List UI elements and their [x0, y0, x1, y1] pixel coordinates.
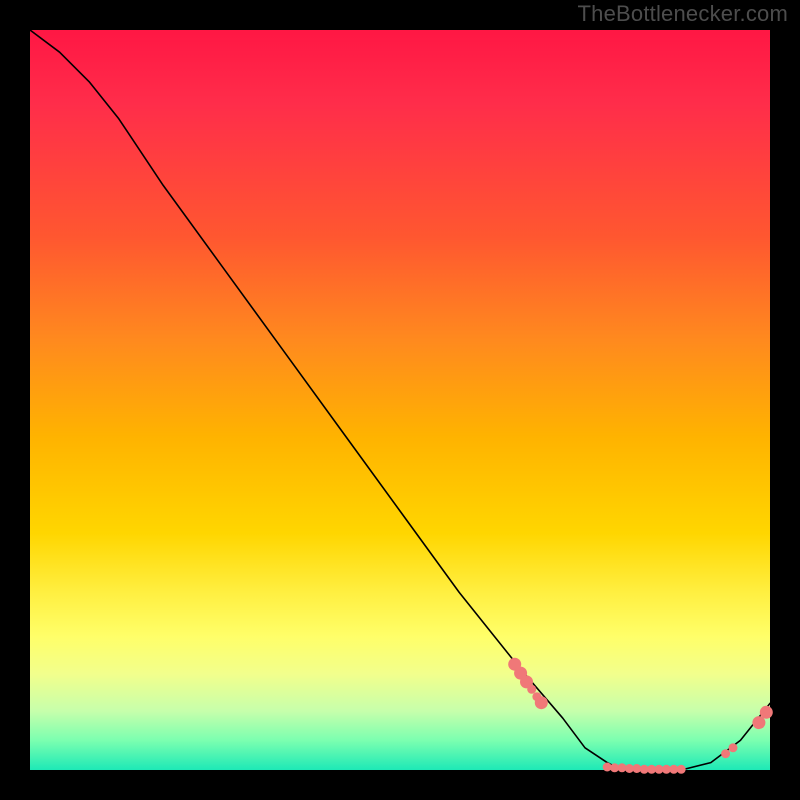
bottleneck-curve	[30, 30, 770, 770]
chart-frame: TheBottlenecker.com	[0, 0, 800, 800]
data-marker	[535, 696, 548, 709]
data-marker	[527, 685, 536, 694]
data-markers	[508, 658, 773, 774]
data-marker	[729, 743, 738, 752]
data-marker	[760, 706, 773, 719]
data-marker	[721, 749, 730, 758]
brand-watermark: TheBottlenecker.com	[578, 1, 788, 27]
data-marker	[677, 765, 686, 774]
plot-overlay	[30, 30, 770, 770]
